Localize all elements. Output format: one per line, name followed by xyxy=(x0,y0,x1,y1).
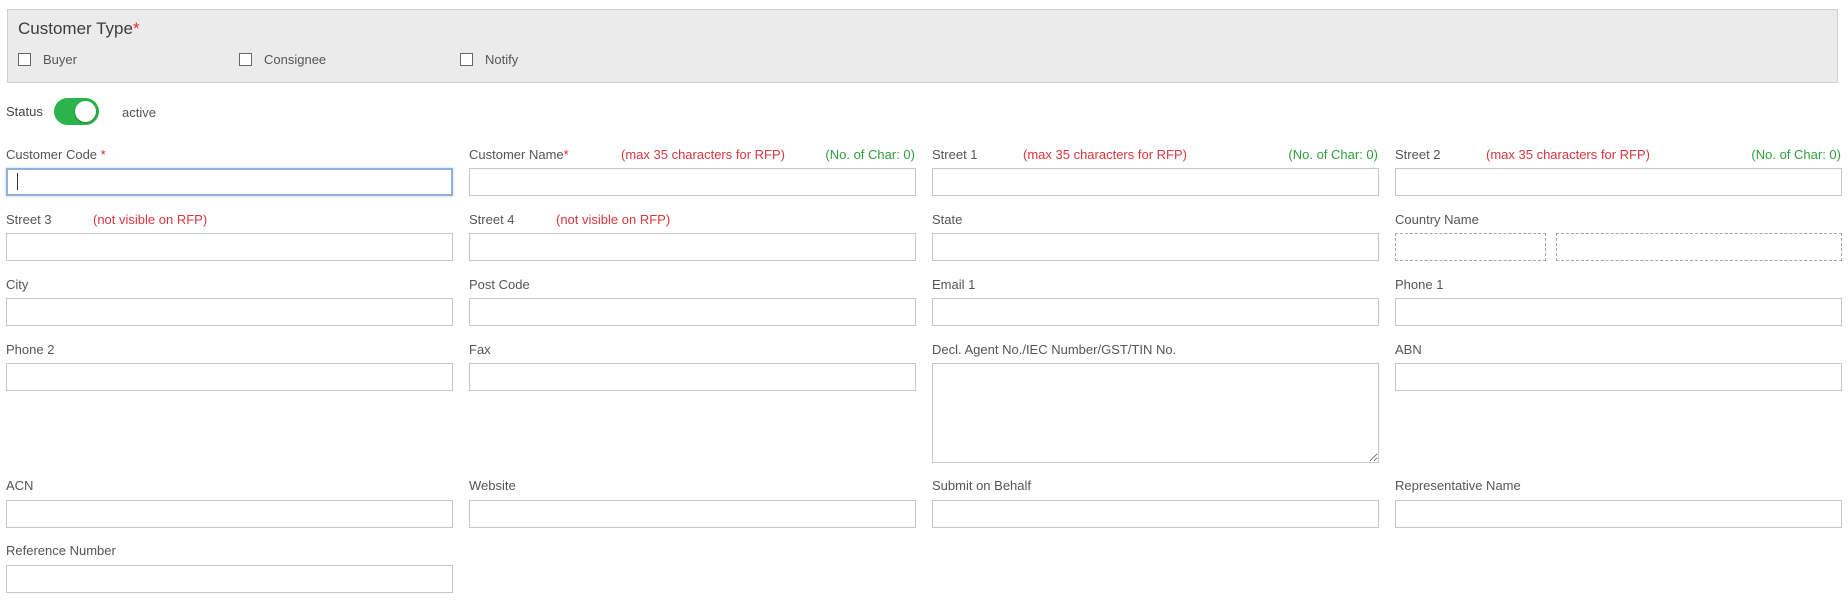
phone2-label: Phone 2 xyxy=(6,342,55,357)
consignee-option[interactable]: Consignee xyxy=(239,52,326,67)
status-label: Status xyxy=(6,104,43,119)
notify-option[interactable]: Notify xyxy=(460,52,518,67)
notify-checkbox[interactable] xyxy=(460,53,473,66)
email1-label: Email 1 xyxy=(932,277,976,292)
street1-char-count: (No. of Char: 0) xyxy=(1288,147,1378,162)
customer-name-label: Customer Name* xyxy=(469,147,569,162)
street2-label: Street 2 xyxy=(1395,147,1441,162)
consignee-checkbox[interactable] xyxy=(239,53,252,66)
post-code-label: Post Code xyxy=(469,277,530,292)
customer-code-label-text: Customer Code xyxy=(6,147,101,162)
customer-name-char-count: (No. of Char: 0) xyxy=(825,147,915,162)
decl-agent-textarea[interactable] xyxy=(932,363,1379,463)
acn-input[interactable] xyxy=(6,500,453,528)
street4-not-visible-note: (not visible on RFP) xyxy=(556,212,671,227)
street1-max-note: (max 35 characters for RFP) xyxy=(1023,147,1187,162)
text-caret xyxy=(17,173,18,190)
acn-label: ACN xyxy=(6,478,34,493)
state-label: State xyxy=(932,212,963,227)
street4-input[interactable] xyxy=(469,233,916,261)
notify-label: Notify xyxy=(485,52,519,67)
website-input[interactable] xyxy=(469,500,916,528)
buyer-checkbox[interactable] xyxy=(18,53,31,66)
street2-char-count: (No. of Char: 0) xyxy=(1751,147,1841,162)
representative-name-label: Representative Name xyxy=(1395,478,1521,493)
country-code-select[interactable] xyxy=(1395,233,1546,261)
required-mark: * xyxy=(563,147,569,162)
abn-input[interactable] xyxy=(1395,363,1842,391)
customer-name-input[interactable] xyxy=(469,168,916,196)
country-name-select[interactable] xyxy=(1556,233,1842,261)
post-code-input[interactable] xyxy=(469,298,916,326)
status-value: active xyxy=(122,105,156,120)
phone1-label: Phone 1 xyxy=(1395,277,1444,292)
country-name-label: Country Name xyxy=(1395,212,1479,227)
submit-on-behalf-label: Submit on Behalf xyxy=(932,478,1032,493)
customer-code-input[interactable] xyxy=(6,168,453,196)
state-input[interactable] xyxy=(932,233,1379,261)
city-input[interactable] xyxy=(6,298,453,326)
customer-name-max-note: (max 35 characters for RFP) xyxy=(621,147,785,162)
buyer-label: Buyer xyxy=(43,52,77,67)
status-toggle-knob xyxy=(75,101,96,122)
reference-number-input[interactable] xyxy=(6,565,453,593)
street1-label: Street 1 xyxy=(932,147,978,162)
customer-type-title: Customer Type* xyxy=(18,19,140,39)
street2-max-note: (max 35 characters for RFP) xyxy=(1486,147,1650,162)
website-label: Website xyxy=(469,478,516,493)
buyer-option[interactable]: Buyer xyxy=(18,52,77,67)
street3-input[interactable] xyxy=(6,233,453,261)
consignee-label: Consignee xyxy=(264,52,327,67)
customer-code-label: Customer Code * xyxy=(6,147,106,162)
street2-input[interactable] xyxy=(1395,168,1842,196)
abn-label: ABN xyxy=(1395,342,1422,357)
street3-label: Street 3 xyxy=(6,212,52,227)
fax-input[interactable] xyxy=(469,363,916,391)
decl-agent-label: Decl. Agent No./IEC Number/GST/TIN No. xyxy=(932,342,1177,357)
fax-label: Fax xyxy=(469,342,491,357)
city-label: City xyxy=(6,277,29,292)
submit-on-behalf-input[interactable] xyxy=(932,500,1379,528)
required-mark: * xyxy=(132,19,140,38)
reference-number-label: Reference Number xyxy=(6,543,116,558)
phone2-input[interactable] xyxy=(6,363,453,391)
customer-type-panel: Customer Type* Buyer Consignee Notify xyxy=(7,9,1838,83)
customer-type-title-text: Customer Type xyxy=(18,19,133,38)
representative-name-input[interactable] xyxy=(1395,500,1842,528)
status-toggle[interactable] xyxy=(54,98,99,125)
required-mark: * xyxy=(100,147,106,162)
phone1-input[interactable] xyxy=(1395,298,1842,326)
street3-not-visible-note: (not visible on RFP) xyxy=(93,212,208,227)
customer-name-label-text: Customer Name xyxy=(469,147,564,162)
street1-input[interactable] xyxy=(932,168,1379,196)
email1-input[interactable] xyxy=(932,298,1379,326)
street4-label: Street 4 xyxy=(469,212,515,227)
